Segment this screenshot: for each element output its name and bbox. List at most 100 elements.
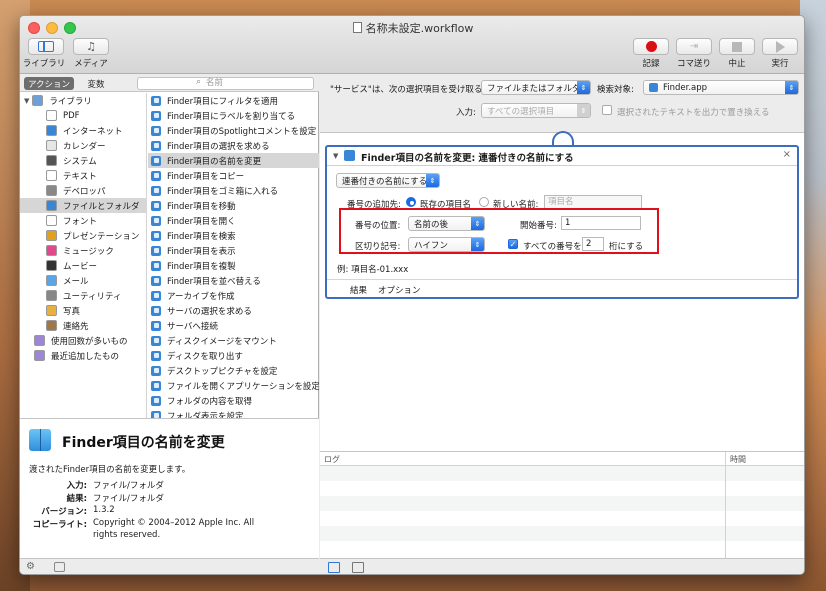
document-icon	[352, 22, 362, 33]
action-item[interactable]: Finder項目をゴミ箱に入れる	[148, 183, 319, 198]
gear-icon[interactable]: ⚙	[26, 561, 35, 572]
workflow-connector	[552, 131, 574, 145]
library-panel: アクション 変数 ⌕ 名前 ▼ ライブラリ PDF インターネット カレンダー システム テキ…	[20, 75, 319, 574]
category-item[interactable]: デベロッパ	[20, 183, 147, 198]
action-item[interactable]: ディスクを取り出す	[148, 348, 319, 363]
action-item[interactable]: Finder項目のSpotlightコメントを設定	[148, 123, 319, 138]
library-button[interactable]	[28, 38, 64, 55]
action-item[interactable]: ファイルを開くアプリケーションを設定	[148, 378, 319, 393]
action-item[interactable]: Finder項目を並べ替える	[148, 273, 319, 288]
tab-options[interactable]: オプション	[378, 284, 421, 296]
category-item[interactable]: ミュージック	[20, 243, 147, 258]
new-name-field[interactable]: 項目名	[544, 195, 642, 209]
action-item[interactable]: Finder項目を移動	[148, 198, 319, 213]
finder-icon	[151, 395, 161, 406]
variables-segment[interactable]: 変数	[76, 77, 116, 90]
category-item[interactable]: メール	[20, 273, 147, 288]
finder-icon	[151, 185, 161, 196]
category-item[interactable]: フォント	[20, 213, 147, 228]
media-icon: ♫	[86, 40, 96, 53]
icon-detail	[153, 353, 159, 358]
category-item[interactable]: ファイルとフォルダ	[20, 198, 147, 213]
icon-detail	[153, 368, 159, 373]
action-item[interactable]: アーカイブを作成	[148, 288, 319, 303]
replace-text-checkbox[interactable]	[602, 105, 612, 115]
log-row	[320, 466, 804, 481]
disclosure-triangle-icon[interactable]: ▼	[24, 97, 29, 105]
action-item[interactable]: Finder項目の名前を変更	[148, 153, 319, 168]
record-button[interactable]	[633, 38, 669, 55]
list-view-icon[interactable]	[328, 562, 340, 573]
category-item[interactable]: プレゼンテーション	[20, 228, 147, 243]
category-item[interactable]: テキスト	[20, 168, 147, 183]
time-column-header: 時間	[730, 455, 746, 464]
position-popup[interactable]: 名前の後 ⇕	[408, 216, 485, 231]
action-item[interactable]: デスクトップピクチャを設定	[148, 363, 319, 378]
media-button[interactable]: ♫	[73, 38, 109, 55]
category-item[interactable]: カレンダー	[20, 138, 147, 153]
action-item[interactable]: ディスクイメージをマウント	[148, 333, 319, 348]
chevron-updown-icon: ⇕	[426, 174, 439, 187]
contacts-icon	[46, 320, 57, 331]
existing-name-radio[interactable]	[406, 197, 416, 207]
receives-popup[interactable]: ファイルまたはフォルダ ⇕	[481, 80, 591, 95]
new-name-radio[interactable]	[479, 197, 489, 207]
service-settings: "サービス"は、次の選択項目を受け取る: ファイルまたはフォルダ ⇕ 検索対象: …	[320, 75, 804, 132]
finder-icon	[151, 380, 161, 391]
action-item[interactable]: Finder項目を検索	[148, 228, 319, 243]
category-item[interactable]: 使用回数が多いもの	[20, 333, 147, 348]
digits-checkbox[interactable]: ✓	[508, 239, 518, 249]
target-label: 検索対象:	[597, 85, 634, 95]
finder-icon	[151, 125, 161, 136]
category-item[interactable]: 連絡先	[20, 318, 147, 333]
start-number-field[interactable]: 1	[561, 216, 641, 230]
action-item[interactable]: サーバの選択を求める	[148, 303, 319, 318]
disclosure-triangle-icon[interactable]: ▼	[333, 152, 338, 160]
icon-detail	[153, 383, 159, 388]
action-item[interactable]: フォルダ表示を設定	[148, 408, 319, 418]
search-input[interactable]: ⌕ 名前	[137, 77, 314, 90]
category-label: ミュージック	[63, 246, 114, 257]
action-item[interactable]: Finder項目をコピー	[148, 168, 319, 183]
action-item[interactable]: サーバへ接続	[148, 318, 319, 333]
action-item[interactable]: Finder項目を複製	[148, 258, 319, 273]
category-item[interactable]: 最近追加したもの	[20, 348, 147, 363]
digits-field[interactable]: 2	[582, 237, 604, 251]
toggle-description-icon[interactable]	[54, 562, 65, 572]
actions-segment[interactable]: アクション	[24, 77, 74, 90]
category-item[interactable]: PDF	[20, 108, 147, 123]
target-popup[interactable]: Finder.app ⇕	[643, 80, 799, 95]
smart-folder-icon	[34, 335, 45, 346]
icon-detail	[153, 128, 159, 133]
mode-popup[interactable]: 連番付きの名前にする ⇕	[336, 173, 440, 188]
action-item[interactable]: Finder項目にフィルタを適用	[148, 93, 319, 108]
category-label: PDF	[63, 110, 80, 121]
separator-popup[interactable]: ハイフン ⇕	[408, 237, 485, 252]
action-item[interactable]: Finder項目の選択を求める	[148, 138, 319, 153]
calendar-icon	[46, 140, 57, 151]
category-label: デベロッパ	[63, 186, 106, 197]
split-view-icon[interactable]	[352, 562, 364, 573]
stop-button[interactable]	[719, 38, 755, 55]
category-item[interactable]: ▼ ライブラリ	[20, 93, 147, 108]
finder-icon	[151, 215, 161, 226]
action-item[interactable]: Finder項目にラベルを割り当てる	[148, 108, 319, 123]
action-item[interactable]: フォルダの内容を取得	[148, 393, 319, 408]
tab-results[interactable]: 結果	[350, 284, 367, 296]
step-button[interactable]: ⇥	[676, 38, 712, 55]
smart-folder-icon	[34, 350, 45, 361]
action-label: フォルダの内容を取得	[167, 396, 253, 407]
category-item[interactable]: ユーティリティ	[20, 288, 147, 303]
presentation-icon	[46, 230, 57, 241]
action-item[interactable]: Finder項目を開く	[148, 213, 319, 228]
category-item[interactable]: インターネット	[20, 123, 147, 138]
input-popup[interactable]: すべての選択項目 ⇕	[481, 103, 591, 118]
action-label: ディスクを取り出す	[167, 351, 243, 362]
run-button[interactable]	[762, 38, 798, 55]
category-item[interactable]: ムービー	[20, 258, 147, 273]
action-item[interactable]: Finder項目を表示	[148, 243, 319, 258]
toolbar: 名称未設定.workflow ライブラリ ♫ メディア 記録 ⇥ コマ送り 中止…	[20, 16, 804, 74]
category-item[interactable]: 写真	[20, 303, 147, 318]
category-item[interactable]: システム	[20, 153, 147, 168]
close-icon[interactable]: ×	[783, 149, 791, 160]
